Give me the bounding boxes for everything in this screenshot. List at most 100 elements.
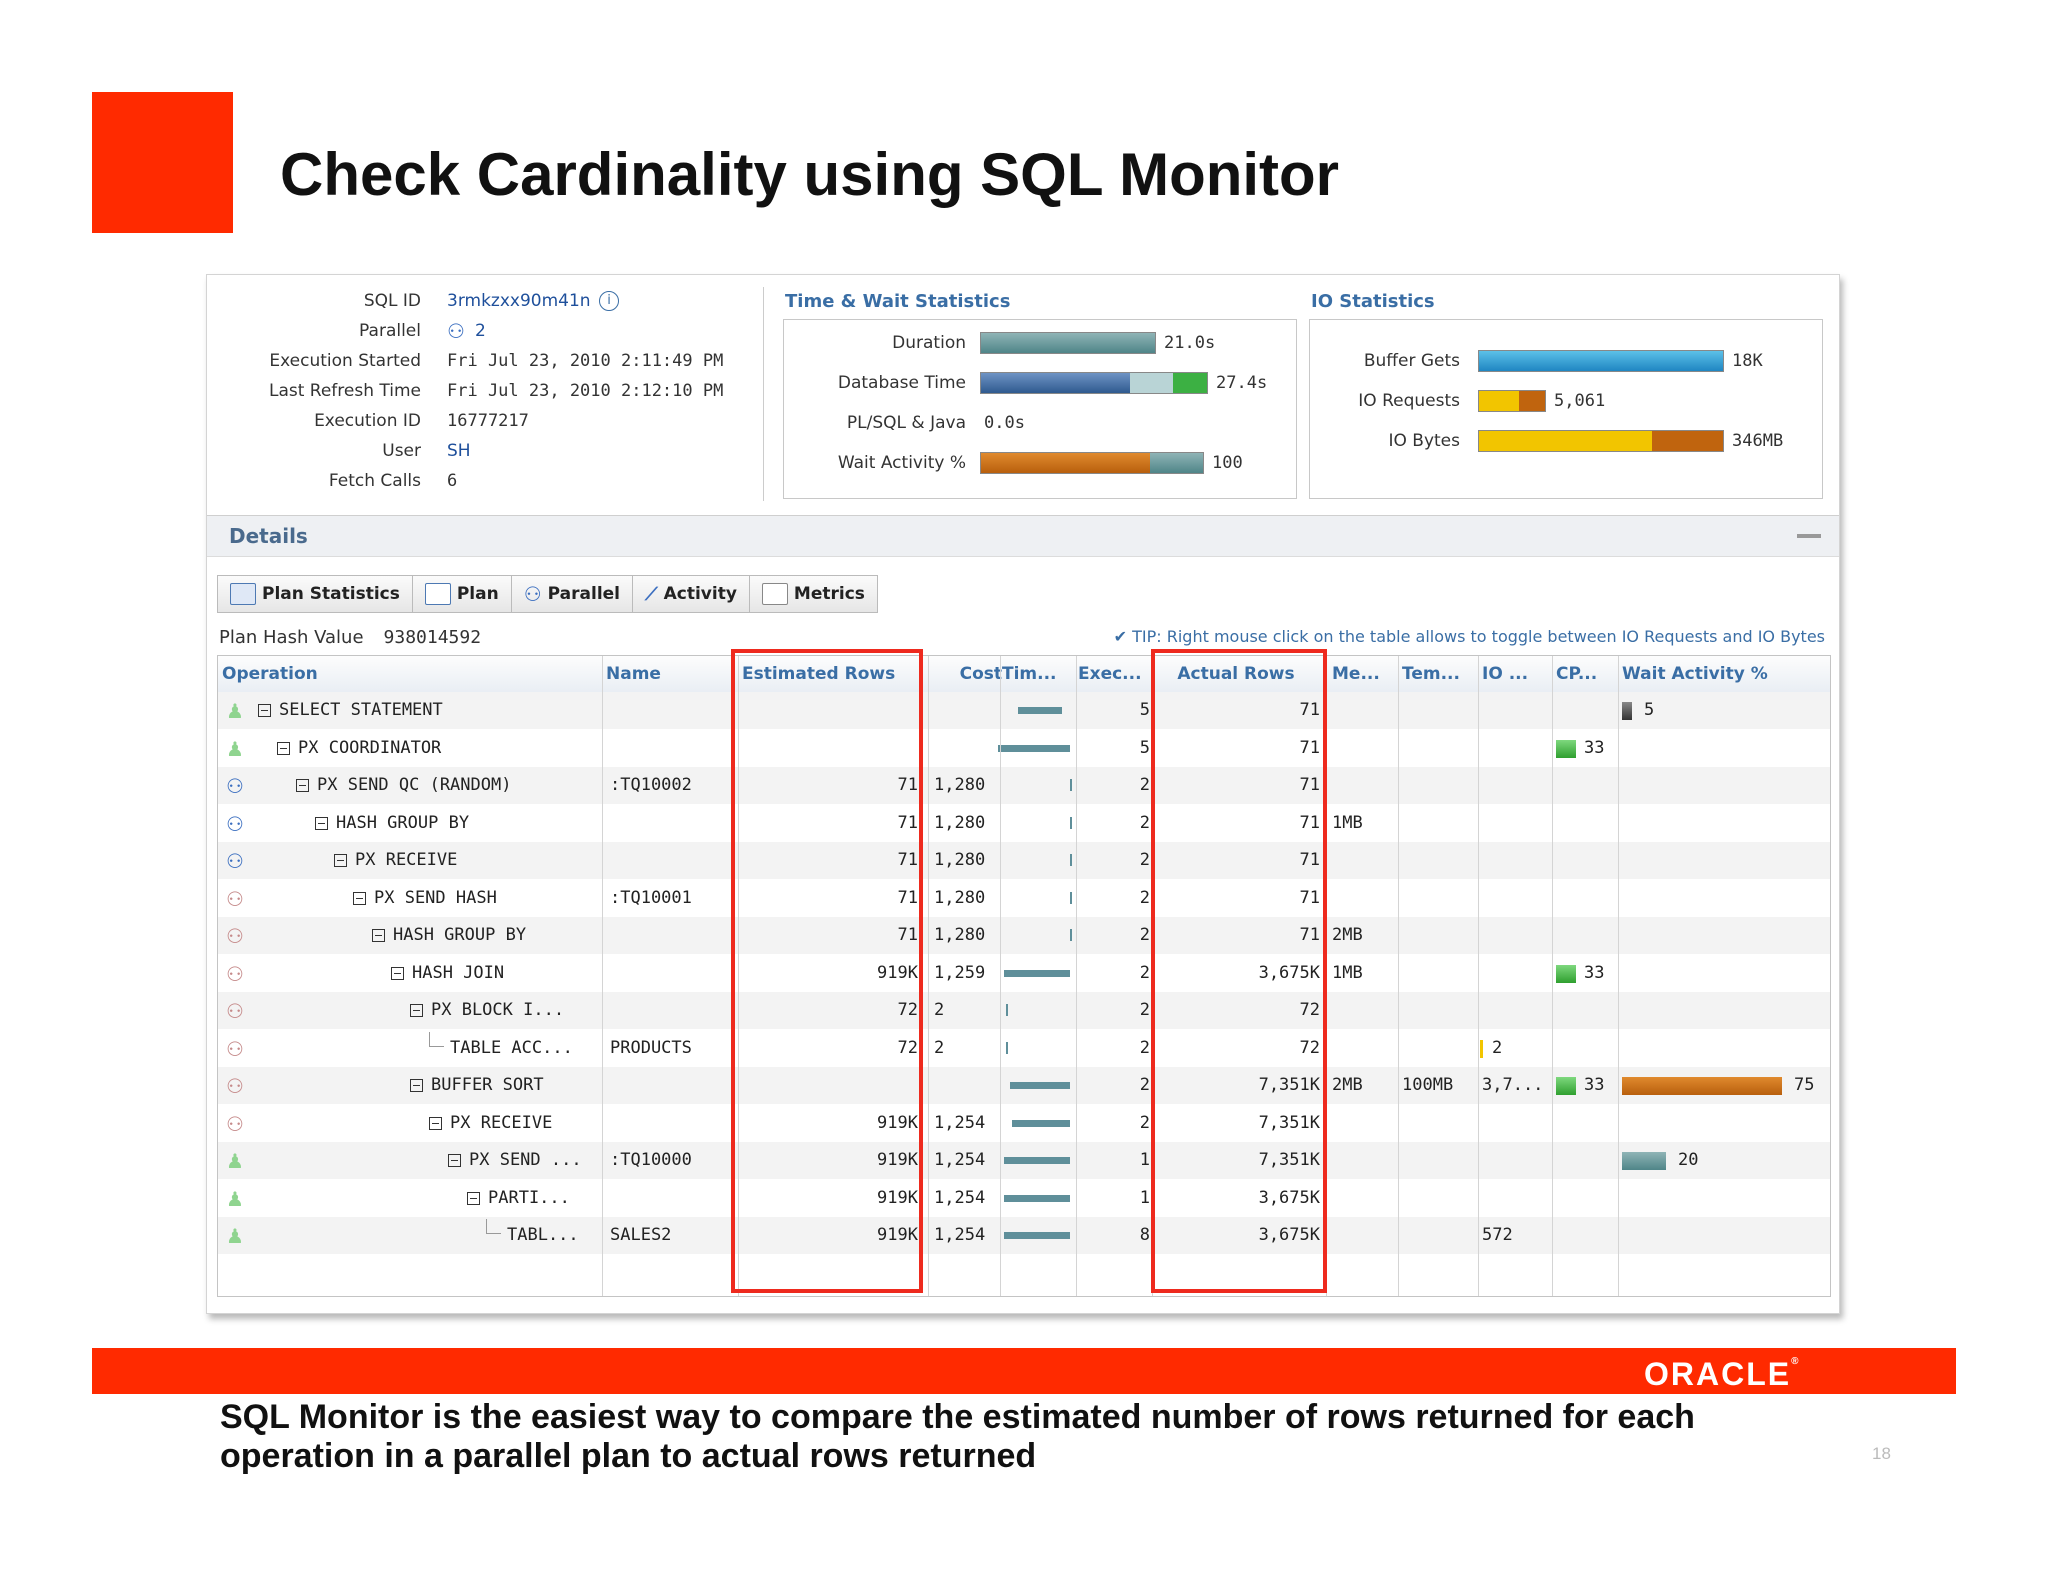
collapse-node-icon[interactable] [391,966,404,980]
col-cost[interactable]: Cost [928,656,1008,692]
collapse-node-icon[interactable] [372,929,385,942]
collapse-node-icon[interactable] [258,704,271,717]
object-name-cell [610,842,736,879]
tab-activity[interactable]: ⟋ Activity [633,576,750,612]
tab-metrics[interactable]: Metrics [750,576,877,612]
operation-cell[interactable]: PARTI... [467,1180,598,1217]
collapse-node-icon[interactable] [429,1116,442,1130]
user-row: User SH [207,437,747,465]
memory-cell [1332,1180,1396,1217]
table-row[interactable]: ⚇ PX RECEIVE 919K 1,254 2 7,351K [218,1105,1830,1142]
temp-cell [1402,1142,1476,1179]
parallel-server-icon: ⚇ [226,811,244,836]
tab-plan-statistics[interactable]: Plan Statistics [218,576,413,612]
timeline-bar [1004,1194,1070,1202]
timeline-tick [1006,1041,1008,1054]
table-row[interactable]: ♟ PX COORDINATOR 5 71 33 [218,730,1830,767]
table-row[interactable]: ⚇ PX SEND QC (RANDOM):TQ10002 71 1,280 2 71 [218,767,1830,804]
buffer-gets-label: Buffer Gets [1363,351,1460,371]
table-row[interactable]: ♟ PARTI... 919K 1,254 1 3,675K [218,1180,1830,1217]
col-name[interactable]: Name [602,656,738,692]
table-row[interactable]: ⚇ HASH GROUP BY 71 1,280 2 71 2MB [218,917,1830,954]
execution-id-value: 16777217 [447,411,529,431]
col-temp[interactable]: Tem... [1398,656,1476,692]
collapse-node-icon[interactable] [353,891,366,905]
collapse-icon[interactable] [1797,534,1821,538]
collapse-node-icon[interactable] [315,816,328,830]
temp-cell [1402,992,1476,1029]
tab-plan[interactable]: Plan [413,576,512,612]
operation-cell[interactable]: PX RECEIVE [334,842,598,879]
table-row[interactable]: ⚇ TABLE ACC... PRODUCTS 72 2 2 72 2 [218,1030,1830,1067]
table-row[interactable]: ⚇ PX BLOCK I... 72 2 2 72 [218,992,1830,1029]
wait-activity-cell [1622,1217,1682,1254]
io-bytes-bar [1478,430,1724,452]
details-header[interactable]: Details [207,515,1839,557]
io-cell [1482,692,1552,729]
timeline-tick [1070,816,1072,829]
memory-cell [1332,1217,1396,1254]
collapse-node-icon[interactable] [448,1154,461,1167]
operation-cell[interactable]: PX SEND ... [448,1142,598,1179]
collapse-node-icon[interactable] [467,1191,480,1205]
operation-text: PX COORDINATOR [298,737,442,758]
temp-cell [1402,1030,1476,1067]
table-row[interactable]: ♟ SELECT STATEMENT 5 71 5 [218,692,1830,729]
operation-cell[interactable]: TABLE ACC... [429,1030,598,1067]
cpu-cell [1584,805,1618,842]
io-cell [1482,992,1552,1029]
table-row[interactable]: ⚇ HASH GROUP BY 71 1,280 2 71 1MB [218,805,1830,842]
tab-parallel[interactable]: ⚇ Parallel [512,576,633,612]
io-cell [1482,767,1552,804]
operation-cell[interactable]: HASH JOIN [391,955,598,992]
operation-cell[interactable]: HASH GROUP BY [315,805,598,842]
collapse-node-icon[interactable] [277,741,290,755]
collapse-node-icon[interactable] [296,779,309,792]
last-refresh-value: Fri Jul 23, 2010 2:12:10 PM [447,381,724,401]
executions-cell: 2 [1139,1112,1150,1133]
collapse-node-icon[interactable] [410,1079,423,1092]
memory-cell: 2MB [1332,1075,1363,1095]
table-row[interactable]: ⚇ PX RECEIVE 71 1,280 2 71 [218,842,1830,879]
user-value[interactable]: SH [447,437,471,465]
column-divider [1398,656,1399,1296]
duration-label: Duration [892,333,966,353]
col-cpu[interactable]: CP... [1552,656,1616,692]
col-memory[interactable]: Me... [1328,656,1396,692]
info-icon[interactable]: i [599,291,619,311]
operation-text: TABL... [507,1225,579,1245]
operation-cell[interactable]: PX BLOCK I... [410,992,598,1029]
executions-cell: 5 [1139,737,1150,758]
col-operation[interactable]: Operation [218,656,602,692]
collapse-node-icon[interactable] [334,854,347,867]
operation-cell[interactable]: PX COORDINATOR [277,730,598,767]
execution-id-row: Execution ID 16777217 [207,407,747,435]
executions-cell: 2 [1139,1037,1150,1058]
memory-cell [1332,992,1396,1029]
table-row[interactable]: ⚇ PX SEND HASH:TQ10001 71 1,280 2 71 [218,880,1830,917]
operation-cell[interactable]: PX RECEIVE [429,1105,598,1142]
table-row[interactable]: ⚇ BUFFER SORT 2 7,351K 2MB 100MB 3,7... 33 75 [218,1067,1830,1104]
col-executions[interactable]: Exec... [1074,656,1148,692]
col-timeline[interactable]: Tim... [998,656,1072,692]
col-wait-activity[interactable]: Wait Activity % [1618,656,1828,692]
operation-cell[interactable]: PX SEND QC (RANDOM) [296,767,598,804]
column-divider [1552,656,1553,1296]
oracle-logo-text: ORACLE [1644,1356,1792,1392]
operation-cell[interactable]: PX SEND HASH [353,880,598,917]
operation-cell[interactable]: SELECT STATEMENT [258,692,598,729]
executions-cell: 2 [1139,962,1150,983]
table-row[interactable]: ♟ TABL... SALES2 919K 1,254 8 3,675K 572 [218,1217,1830,1254]
col-io[interactable]: IO ... [1478,656,1550,692]
buffer-gets-value: 18K [1732,351,1763,371]
operation-text: PX SEND HASH [374,887,497,908]
table-row[interactable]: ⚇ HASH JOIN 919K 1,259 2 3,675K 1MB 33 [218,955,1830,992]
table-row[interactable]: ♟ PX SEND ...:TQ10000 919K 1,254 1 7,351K 20 [218,1142,1830,1179]
sql-id-value[interactable]: 3rmkzxx90m41n [447,287,591,315]
operation-cell[interactable]: HASH GROUP BY [372,917,598,954]
collapse-node-icon[interactable] [410,1004,423,1017]
operation-cell[interactable]: TABL... [486,1217,598,1254]
timeline-tick [1006,1004,1008,1016]
operation-cell[interactable]: BUFFER SORT [410,1067,598,1104]
cost-cell: 1,254 [934,1112,986,1133]
